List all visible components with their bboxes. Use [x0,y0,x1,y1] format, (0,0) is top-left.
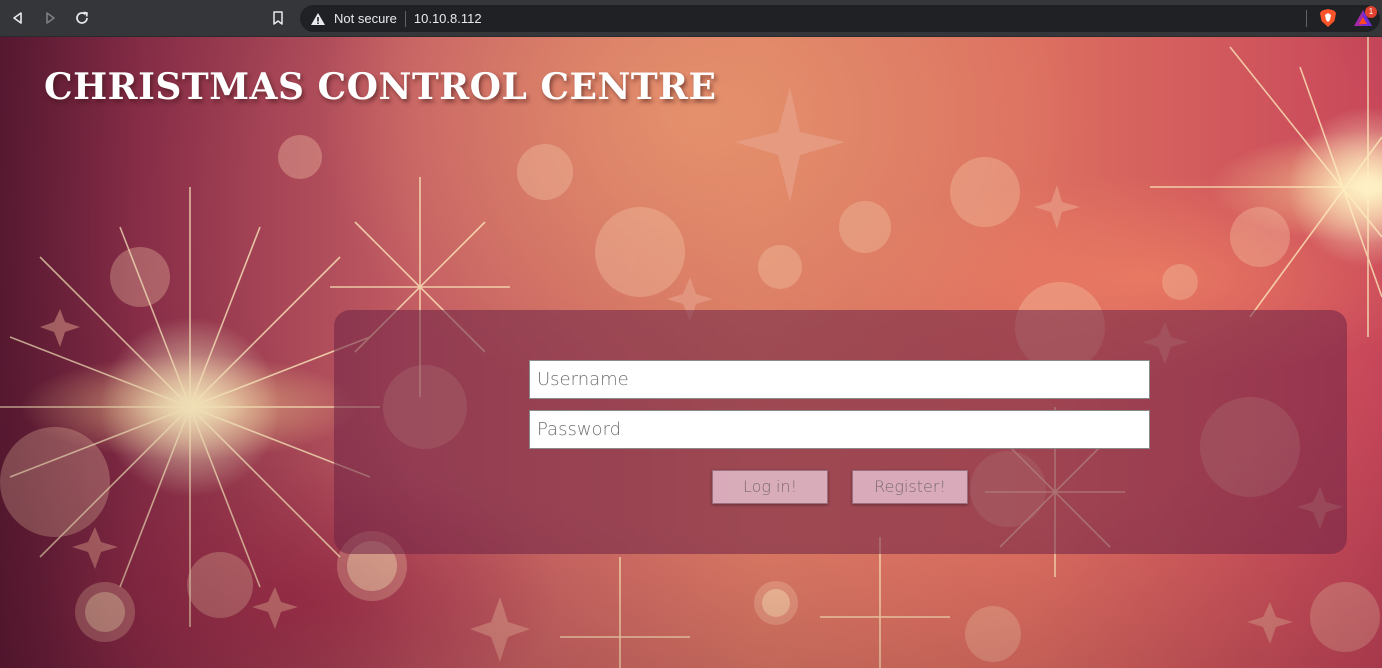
login-panel: Log in! Register! [334,310,1347,554]
forward-button[interactable] [38,6,62,30]
security-status[interactable]: Not secure [334,11,397,26]
bookmark-icon [273,11,283,25]
forward-icon [46,12,55,24]
password-input[interactable] [529,410,1150,449]
rewards-badge: 1 [1365,6,1377,18]
brave-shield-icon[interactable] [1319,8,1337,28]
back-button[interactable] [6,6,30,30]
page-title: CHRISTMAS CONTROL CENTRE [44,66,717,108]
url-text[interactable]: 10.10.8.112 [414,11,482,26]
register-button[interactable]: Register! [852,470,968,504]
browser-toolbar: Not secure 10.10.8.112 1 [0,0,1382,37]
address-bar[interactable]: Not secure 10.10.8.112 [300,5,1380,32]
bookmark-button[interactable] [266,6,290,30]
page-background: CHRISTMAS CONTROL CENTRE Log in! Registe… [0,37,1382,668]
reload-button[interactable] [70,6,94,30]
toolbar-divider [1306,10,1307,27]
back-icon [13,12,22,24]
reload-icon [76,11,88,24]
login-button[interactable]: Log in! [712,470,828,504]
address-divider [404,10,406,27]
username-input[interactable] [529,360,1150,399]
warning-icon[interactable] [310,11,326,27]
